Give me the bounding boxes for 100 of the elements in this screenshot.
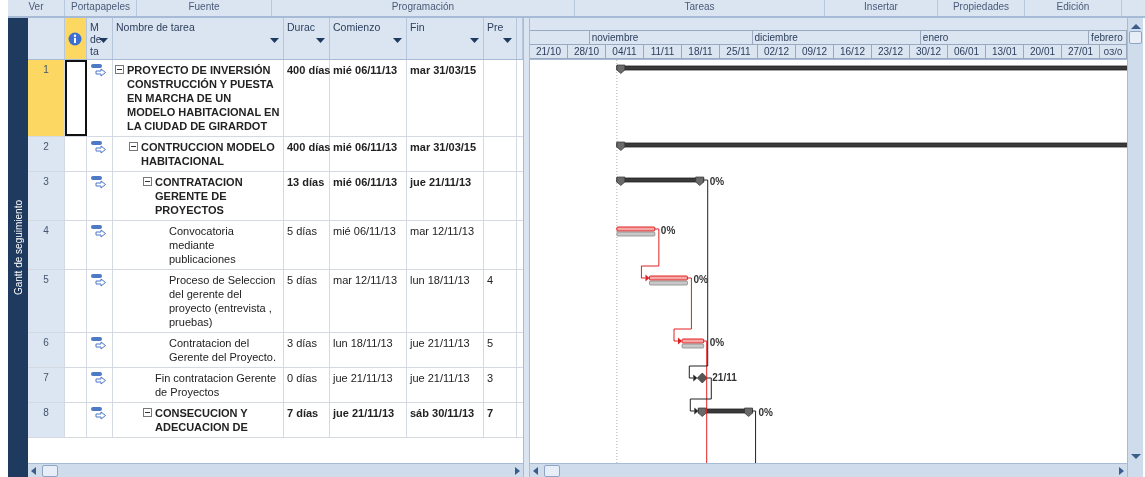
- week-header: 30/12: [910, 45, 948, 58]
- column-header[interactable]: Comienzo: [330, 18, 407, 59]
- duration-cell: 400 días: [287, 141, 331, 153]
- start-cell: mié 06/11/13: [333, 64, 398, 76]
- ribbon-group-label: Edición: [1025, 0, 1122, 16]
- task-mode-icon: [90, 336, 108, 350]
- week-header: 16/12: [834, 45, 872, 58]
- start-cell: jue 21/11/13: [333, 407, 395, 419]
- column-header[interactable]: Durac: [284, 18, 330, 59]
- info-icon: [68, 32, 82, 46]
- start-cell: mié 06/11/13: [333, 141, 398, 153]
- week-header: 27/01: [1062, 45, 1100, 58]
- task-mode-icon: [90, 406, 108, 420]
- duration-cell: 7 días: [287, 407, 319, 419]
- scroll-thumb[interactable]: [1129, 31, 1142, 44]
- finish-cell: sáb 30/11/13: [410, 407, 475, 419]
- view-label: Gantt de seguimiento: [12, 199, 24, 296]
- horizontal-scrollbar[interactable]: [530, 463, 1127, 477]
- row-number[interactable]: 6: [28, 333, 65, 367]
- finish-cell: mar 12/11/13: [410, 225, 474, 237]
- week-header: 18/11: [682, 45, 720, 58]
- finish-cell: mar 31/03/15: [410, 64, 477, 76]
- finish-cell: lun 18/11/13: [410, 274, 470, 286]
- duration-cell: 13 días: [287, 176, 325, 188]
- row-number[interactable]: 1: [28, 60, 65, 136]
- ribbon-group-label: Propiedades: [938, 0, 1025, 16]
- bar-label: 0%: [709, 337, 725, 348]
- scroll-thumb[interactable]: [42, 464, 58, 477]
- ribbon-group-label: Tareas: [575, 0, 825, 16]
- column-header[interactable]: Fin: [407, 18, 484, 59]
- duration-cell: 0 días: [287, 372, 317, 384]
- duration-cell: 5 días: [287, 225, 317, 237]
- week-header: 23/12: [872, 45, 910, 58]
- task-name: Convocatoria mediante publicaciones: [169, 224, 237, 266]
- task-mode-icon: [90, 63, 108, 77]
- week-header: 09/12: [796, 45, 834, 58]
- row-number[interactable]: 4: [28, 221, 65, 269]
- month-header: febrero: [1089, 31, 1127, 44]
- week-header: 11/11: [644, 45, 682, 58]
- row-number[interactable]: 8: [28, 403, 65, 437]
- month-header: enero: [920, 31, 1090, 44]
- scroll-up-icon[interactable]: [1129, 21, 1142, 31]
- row-number[interactable]: 3: [28, 172, 65, 220]
- task-name: CONSECUCION Y ADECUACION DE: [155, 406, 249, 434]
- task-name: Contratacion del Gerente del Proyecto.: [169, 336, 277, 364]
- task-name: Fin contratacion Gerente de Proyectos: [155, 371, 278, 399]
- ribbon-group-label: Ver: [8, 0, 65, 16]
- task-mode-icon: [90, 175, 108, 189]
- finish-cell: mar 31/03/15: [410, 141, 477, 153]
- week-header: 02/12: [758, 45, 796, 58]
- horizontal-scrollbar[interactable]: [28, 463, 523, 477]
- duration-cell: 5 días: [287, 274, 317, 286]
- collapse-icon[interactable]: [129, 142, 138, 151]
- row-number[interactable]: 5: [28, 270, 65, 332]
- week-header: 06/01: [948, 45, 986, 58]
- task-name: CONTRATACION GERENTE DE PROYECTOS: [155, 175, 244, 217]
- bar-label: 0%: [660, 225, 676, 236]
- collapse-icon[interactable]: [115, 65, 124, 74]
- scroll-thumb[interactable]: [544, 464, 560, 477]
- predecessors-cell: 3: [487, 372, 494, 384]
- scroll-down-icon[interactable]: [1129, 451, 1142, 461]
- caret-icon: [470, 38, 479, 43]
- ribbon-group-label: Programación: [272, 0, 575, 16]
- task-name: Proceso de Seleccion del gerente del proyecto (entrevista , pruebas): [169, 273, 277, 329]
- column-header[interactable]: Pre: [484, 18, 517, 59]
- task-mode-icon: [90, 371, 108, 385]
- task-mode-icon: [90, 273, 108, 287]
- task-name: CONTRUCCION MODELO HABITACIONAL: [141, 140, 276, 168]
- caret-icon: [99, 38, 108, 43]
- row-number[interactable]: 2: [28, 137, 65, 171]
- caret-icon: [393, 38, 402, 43]
- predecessors-cell: 4: [487, 274, 494, 286]
- column-header[interactable]: Nombre de tarea: [113, 18, 284, 59]
- bar-label: 0%: [709, 176, 725, 187]
- row-number[interactable]: 7: [28, 368, 65, 402]
- month-header: diciembre: [752, 31, 921, 44]
- duration-cell: 400 días: [287, 64, 331, 76]
- column-header[interactable]: M de ta: [87, 18, 113, 59]
- column-header[interactable]: [65, 18, 87, 59]
- active-cell[interactable]: [65, 60, 87, 136]
- predecessors-cell: 7: [487, 407, 494, 419]
- task-mode-icon: [90, 140, 108, 154]
- collapse-icon[interactable]: [143, 408, 152, 417]
- bar-label: 0%: [758, 407, 773, 418]
- caret-icon: [503, 38, 512, 43]
- week-header: 20/01: [1024, 45, 1062, 58]
- finish-cell: jue 21/11/13: [410, 176, 472, 188]
- start-cell: mar 12/11/13: [333, 274, 397, 286]
- caret-icon: [316, 38, 325, 43]
- start-cell: mié 06/11/13: [333, 225, 396, 237]
- collapse-icon[interactable]: [143, 177, 152, 186]
- start-cell: mié 06/11/13: [333, 176, 398, 188]
- finish-cell: jue 21/11/13: [410, 372, 470, 384]
- week-header: 04/11: [606, 45, 644, 58]
- vertical-scrollbar[interactable]: [1127, 18, 1143, 477]
- predecessors-cell: 5: [487, 337, 494, 349]
- week-header: 25/11: [720, 45, 758, 58]
- duration-cell: 3 días: [287, 337, 317, 349]
- week-header: 21/10: [530, 45, 568, 58]
- task-name: PROYECTO DE INVERSIÓN CONSTRUCCIÓN Y PUESTA EN MARCHA DE UN MODELO HABITACIONAL EN LA CIUDAD DE GIRARDOT: [127, 63, 281, 133]
